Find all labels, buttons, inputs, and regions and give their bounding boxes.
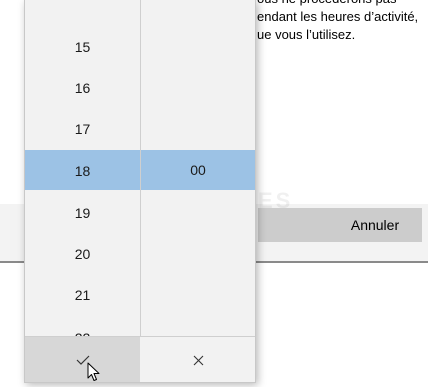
accept-button[interactable]	[25, 337, 140, 382]
picker-action-bar	[25, 336, 255, 382]
mouse-pointer-icon	[87, 362, 100, 381]
dialog-message-line: ous ne procéderons pas	[257, 0, 428, 8]
cancel-button-label: Annuler	[350, 217, 400, 233]
hour-item-20[interactable]: 20	[25, 233, 140, 274]
dialog-message-line: ue vous l’utilisez.	[257, 27, 356, 42]
hour-item-16[interactable]: 16	[25, 67, 140, 108]
dialog-message-line: endant les heures d’activité,	[257, 9, 419, 24]
hour-item-19[interactable]: 19	[25, 192, 140, 233]
hour-item-21[interactable]: 21	[25, 274, 140, 315]
close-icon	[193, 355, 203, 365]
dialog-message: ous ne procéderons pas endant les heures…	[257, 0, 428, 44]
hour-item-22[interactable]: 22	[25, 317, 140, 337]
hour-item-14[interactable]: 14	[25, 0, 140, 15]
time-picker-flyout: 14 15 16 17 18 19 20 21 22 00	[24, 0, 256, 383]
hour-item-17[interactable]: 17	[25, 108, 140, 149]
minute-item-selected[interactable]: 00	[141, 150, 255, 190]
hour-column[interactable]: 14 15 16 17 18 19 20 21 22	[25, 0, 140, 336]
hour-item-15[interactable]: 15	[25, 26, 140, 67]
hour-item-18-selected[interactable]: 18	[25, 150, 140, 191]
dismiss-button[interactable]	[141, 337, 255, 382]
